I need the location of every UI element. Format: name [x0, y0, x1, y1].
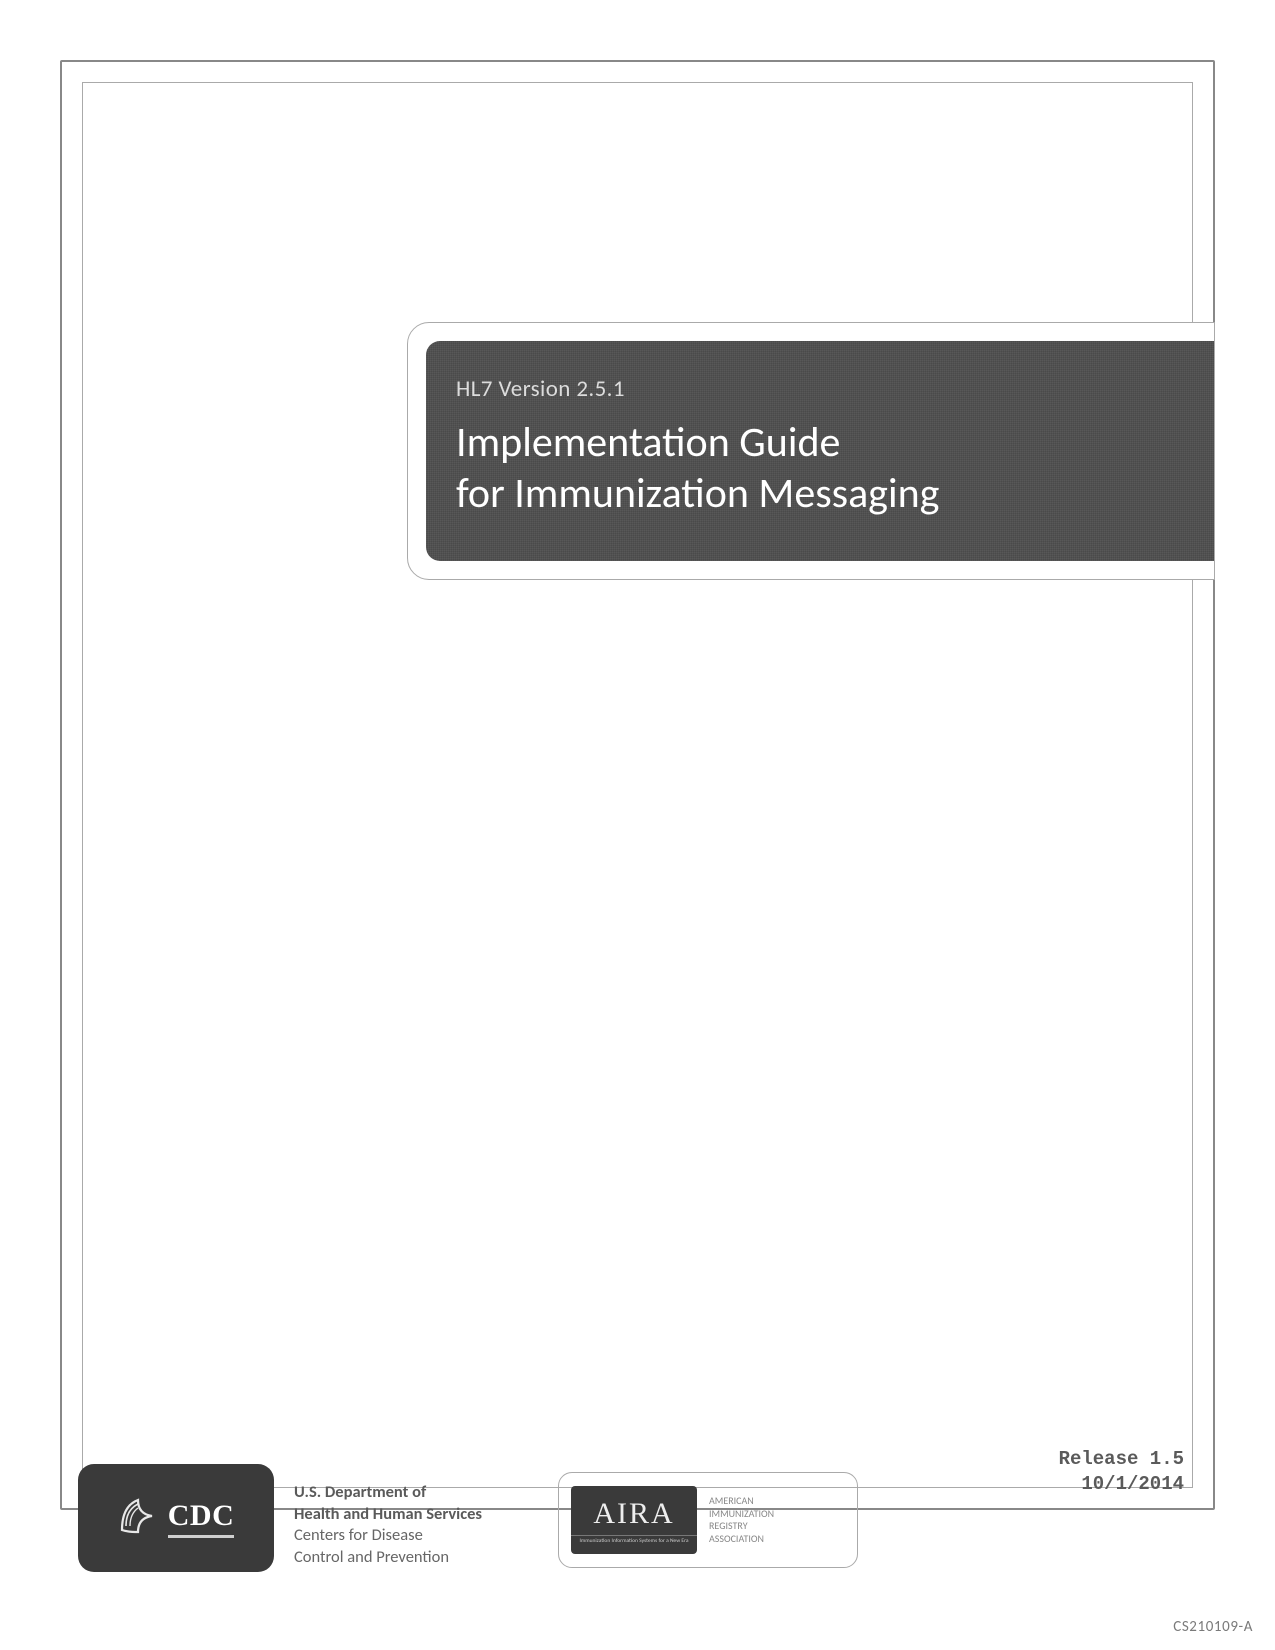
outer-border-frame: HL7 Version 2.5.1 Implementation Guide f… — [60, 60, 1215, 1510]
title-line-1: Implementation Guide — [456, 417, 840, 468]
document-page: HL7 Version 2.5.1 Implementation Guide f… — [0, 0, 1275, 1650]
aira-logo-wordmark: AIRA — [593, 1497, 674, 1531]
cdc-centers-line-2: Control and Prevention — [294, 1547, 449, 1567]
title-version: HL7 Version 2.5.1 — [456, 375, 1184, 403]
title-panel: HL7 Version 2.5.1 Implementation Guide f… — [426, 341, 1214, 561]
aira-text-2: Immunization — [709, 1507, 774, 1520]
title-block: HL7 Version 2.5.1 Implementation Guide f… — [407, 322, 1215, 580]
aira-logo-box: AIRA Immunization Information Systems fo… — [558, 1472, 858, 1568]
release-info: Release 1.5 10/1/2014 — [1059, 1447, 1184, 1498]
title-line-2: for Immunization Messaging — [456, 468, 939, 519]
title-main: Implementation Guide for Immunization Me… — [456, 417, 1184, 519]
cdc-hhs-line: Health and Human Services — [294, 1504, 482, 1524]
aira-text-4: Association — [709, 1532, 764, 1545]
release-date: 10/1/2014 — [1081, 1473, 1184, 1495]
hhs-eagle-icon — [118, 1496, 158, 1541]
inner-border-frame — [82, 82, 1193, 1488]
cdc-attribution-text: U.S. Department of Health and Human Serv… — [294, 1482, 534, 1568]
cdc-logo-badge: CDC — [78, 1464, 274, 1572]
footer-area: CDC U.S. Department of Health and Human … — [78, 1440, 1208, 1590]
cdc-dept-line: U.S. Department of — [294, 1482, 426, 1502]
release-label: Release 1.5 — [1059, 1448, 1184, 1470]
aira-logo: AIRA Immunization Information Systems fo… — [571, 1486, 697, 1554]
aira-logo-tagline: Immunization Information Systems for a N… — [571, 1535, 697, 1544]
cdc-wordmark: CDC — [168, 1499, 235, 1538]
aira-full-name: American Immunization Registry Associati… — [709, 1495, 774, 1545]
cdc-centers-line-1: Centers for Disease — [294, 1525, 423, 1545]
aira-text-1: American — [709, 1494, 754, 1507]
aira-text-3: Registry — [709, 1519, 748, 1532]
document-number: CS210109-A — [1173, 1618, 1253, 1636]
